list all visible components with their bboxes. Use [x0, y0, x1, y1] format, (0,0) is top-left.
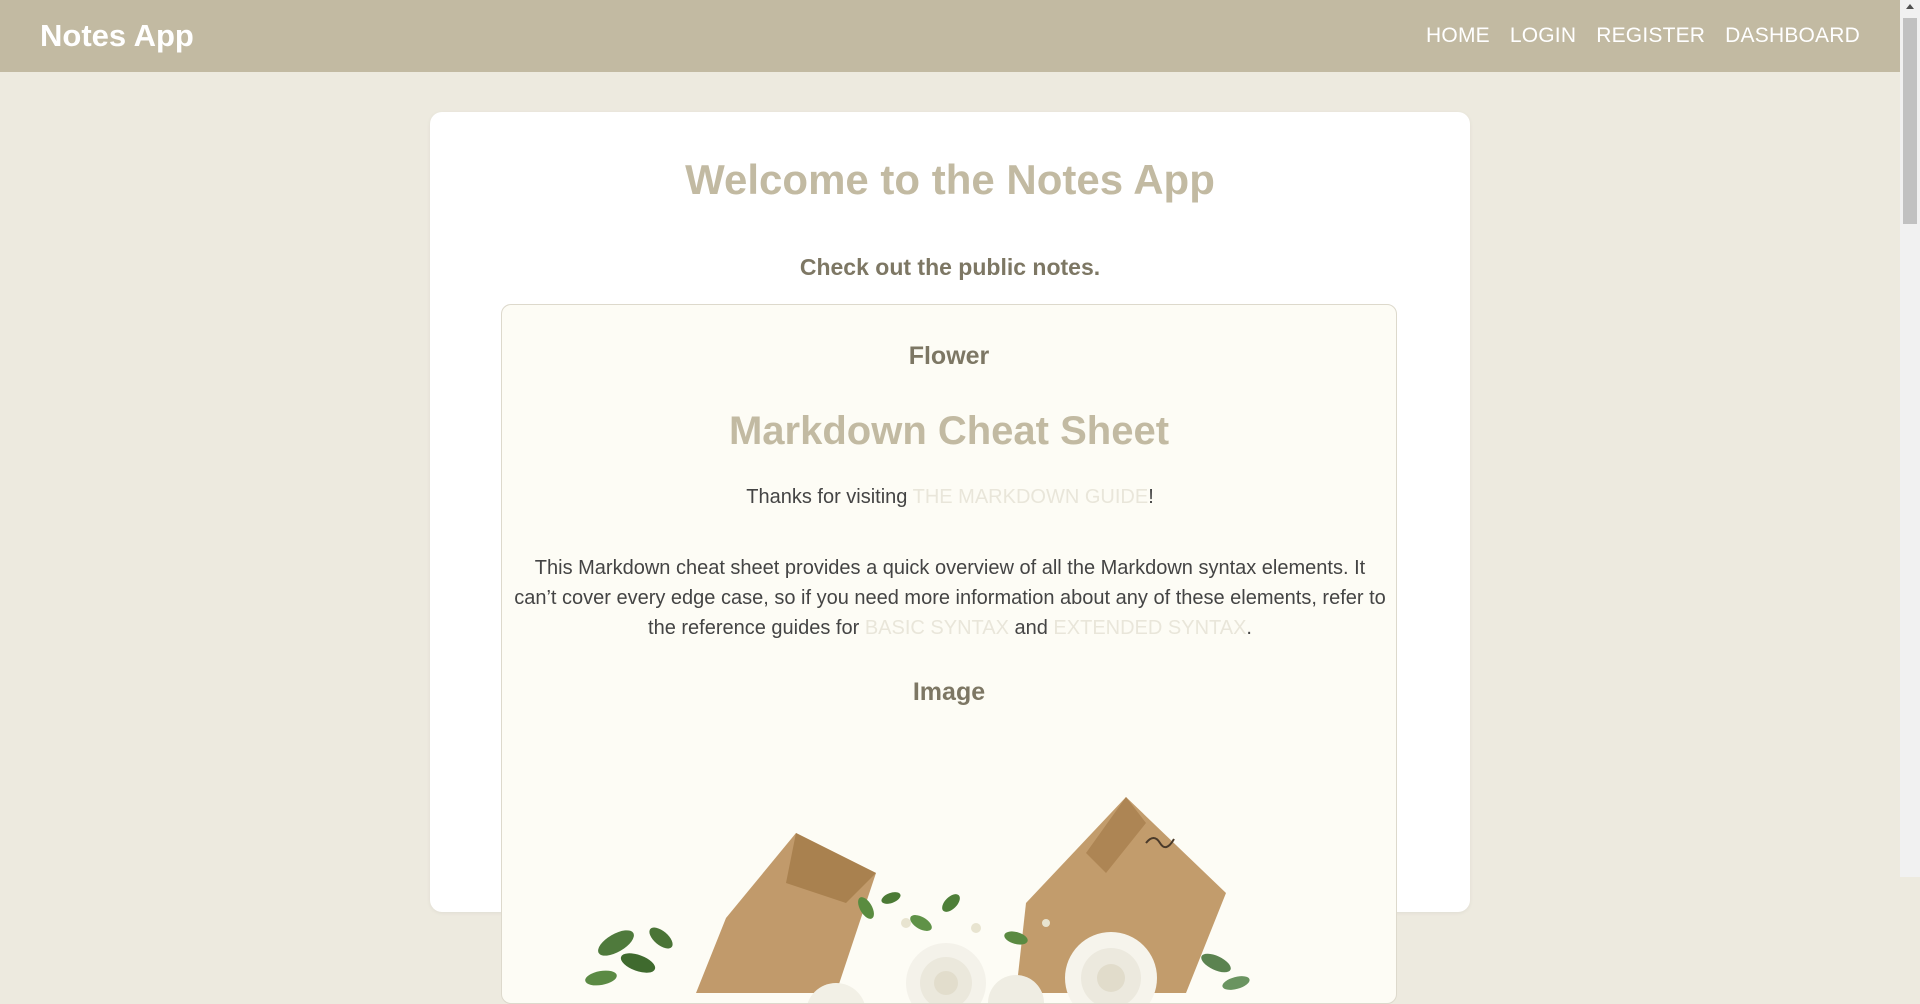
- nav-link-dashboard[interactable]: DASHBOARD: [1725, 24, 1860, 48]
- scrollbar[interactable]: [1900, 0, 1920, 877]
- basic-syntax-link[interactable]: BASIC SYNTAX: [865, 617, 1009, 639]
- note-paragraph-intro: Thanks for visiting THE MARKDOWN GUIDE!: [514, 482, 1386, 512]
- brand-logo-link[interactable]: Notes App: [40, 18, 194, 54]
- nav-links: HOME LOGIN REGISTER DASHBOARD: [1406, 24, 1860, 48]
- paragraph-text: Thanks for visiting: [746, 486, 913, 508]
- note-card[interactable]: Flower Markdown Cheat Sheet Thanks for v…: [501, 304, 1397, 1004]
- page-title: Welcome to the Notes App: [685, 156, 1215, 203]
- paragraph-text: !: [1148, 486, 1154, 508]
- note-title: Flower: [908, 342, 990, 370]
- nav-link-register[interactable]: REGISTER: [1596, 24, 1705, 48]
- extended-syntax-link[interactable]: EXTENDED SYNTAX: [1053, 617, 1246, 639]
- nav-link-home[interactable]: HOME: [1426, 24, 1490, 48]
- scroll-up-arrow-icon[interactable]: [1906, 4, 1914, 9]
- page-subtitle: Check out the public notes.: [799, 254, 1101, 280]
- scrollbar-thumb[interactable]: [1903, 18, 1917, 224]
- flower-bouquet-image: [585, 797, 1250, 1003]
- markdown-guide-link[interactable]: THE MARKDOWN GUIDE: [913, 486, 1149, 508]
- paragraph-text: and: [1008, 617, 1054, 639]
- paragraph-text: .: [1246, 617, 1252, 639]
- note-paragraph-overview: This Markdown cheat sheet provides a qui…: [514, 553, 1386, 643]
- note-heading: Markdown Cheat Sheet: [728, 409, 1170, 453]
- main-card: Welcome to the Notes App Check out the p…: [430, 112, 1470, 1004]
- navbar: Notes App HOME LOGIN REGISTER DASHBOARD: [0, 0, 1900, 72]
- note-section-heading: Image: [912, 678, 986, 706]
- nav-link-login[interactable]: LOGIN: [1510, 24, 1576, 48]
